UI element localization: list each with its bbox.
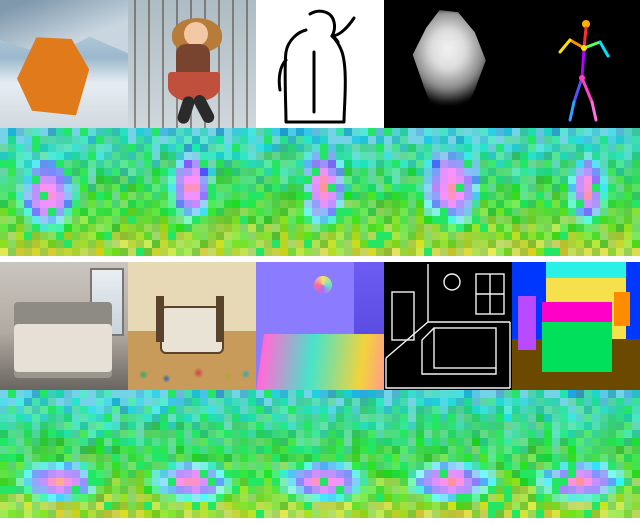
group1-featuremaps-row [0, 128, 640, 256]
g1-featmap-1 [0, 128, 128, 256]
g2-input-segmentation [512, 262, 640, 390]
g2-input-edge [384, 262, 512, 390]
g2-input-rgb-photo [0, 262, 128, 390]
g2-featmap-3 [256, 390, 384, 518]
g1-input-rgb-photo [0, 0, 128, 128]
g2-featmap-5 [512, 390, 640, 518]
g1-input-depth [384, 0, 512, 128]
g1-featmap-5 [512, 128, 640, 256]
g1-featmap-3 [256, 128, 384, 256]
g2-featmap-4 [384, 390, 512, 518]
g2-input-normal-map [256, 262, 384, 390]
g1-featmap-4 [384, 128, 512, 256]
g2-input-cartoon [128, 262, 256, 390]
group2-featuremaps-row [0, 390, 640, 518]
figure-grid [0, 0, 640, 518]
g2-featmap-1 [0, 390, 128, 518]
group2-inputs-row [0, 262, 640, 390]
g1-input-sketch [256, 0, 384, 128]
g1-featmap-2 [128, 128, 256, 256]
g1-input-pose [512, 0, 640, 128]
g1-input-anime [128, 0, 256, 128]
g2-featmap-2 [128, 390, 256, 518]
group1-inputs-row [0, 0, 640, 128]
